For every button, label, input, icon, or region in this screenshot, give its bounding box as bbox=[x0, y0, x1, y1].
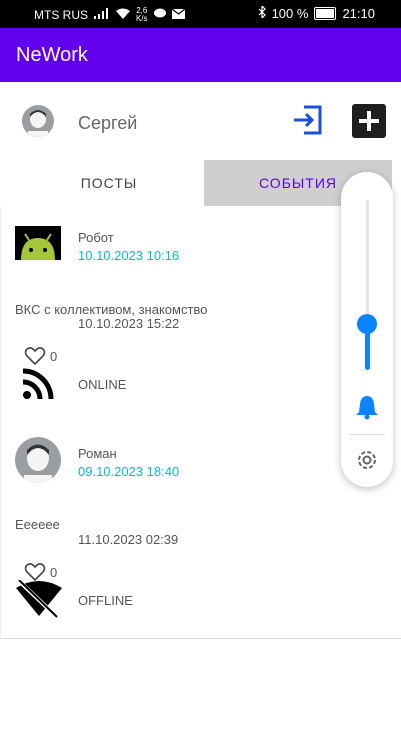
sound-settings-button[interactable] bbox=[355, 448, 379, 472]
signal-icon bbox=[94, 8, 110, 22]
volume-divider bbox=[349, 434, 385, 435]
network-speed: 2,6 K/s bbox=[136, 6, 148, 23]
logout-icon bbox=[294, 105, 322, 135]
event-avatar bbox=[15, 226, 61, 260]
gear-icon bbox=[358, 451, 376, 469]
heart-icon bbox=[24, 563, 46, 582]
user-name: Сергей bbox=[78, 113, 138, 133]
ringer-button[interactable] bbox=[355, 394, 379, 420]
event-avatar bbox=[15, 437, 61, 483]
event-datetime: 10.10.2023 15:22 bbox=[78, 316, 180, 331]
android-robot-icon bbox=[21, 233, 55, 260]
user-avatar[interactable] bbox=[22, 105, 54, 137]
plus-icon bbox=[359, 111, 379, 131]
bell-icon bbox=[356, 396, 378, 420]
event-published: 10.10.2023 10:16 bbox=[78, 248, 180, 263]
clock: 21:10 bbox=[342, 6, 375, 21]
event-datetime: 11.10.2023 02:39 bbox=[78, 532, 179, 547]
battery-percent: 100 % bbox=[271, 6, 309, 21]
logout-button[interactable] bbox=[290, 103, 324, 137]
bluetooth-icon bbox=[258, 4, 266, 21]
tab-events-label: СОБЫТИЯ bbox=[259, 175, 337, 191]
like-button[interactable] bbox=[24, 346, 46, 366]
event-author: Роман bbox=[78, 446, 117, 461]
event-type: ONLINE bbox=[78, 377, 127, 392]
heart-icon bbox=[24, 347, 46, 366]
like-count: 0 bbox=[50, 349, 58, 364]
chat-icon bbox=[153, 8, 166, 22]
mail-icon bbox=[171, 8, 185, 22]
wifi-icon bbox=[116, 8, 130, 22]
tab-posts[interactable]: ПОСТЫ bbox=[15, 160, 203, 206]
offline-icon bbox=[16, 579, 62, 618]
app-bar: NeWork bbox=[0, 28, 401, 82]
tab-posts-label: ПОСТЫ bbox=[80, 175, 138, 191]
event-published: 09.10.2023 18:40 bbox=[78, 464, 180, 479]
event-content: Ееееее bbox=[15, 517, 60, 532]
online-icon bbox=[22, 368, 54, 400]
event-author: Робот bbox=[78, 230, 114, 245]
carrier-label: MTS RUS bbox=[34, 8, 88, 22]
person-avatar-icon bbox=[24, 444, 52, 483]
volume-panel bbox=[341, 172, 393, 487]
app-title: NeWork bbox=[16, 44, 88, 66]
battery-icon bbox=[314, 7, 337, 20]
event-type: OFFLINE bbox=[78, 593, 133, 608]
like-count: 0 bbox=[50, 565, 58, 580]
volume-slider-handle[interactable] bbox=[357, 314, 377, 334]
add-button[interactable] bbox=[352, 104, 386, 138]
status-bar: MTS RUS 2,6 K/s 100 % 21:10 bbox=[0, 0, 401, 28]
event-content: ВКС с коллективом, знакомство bbox=[15, 302, 208, 317]
like-button[interactable] bbox=[24, 562, 46, 582]
